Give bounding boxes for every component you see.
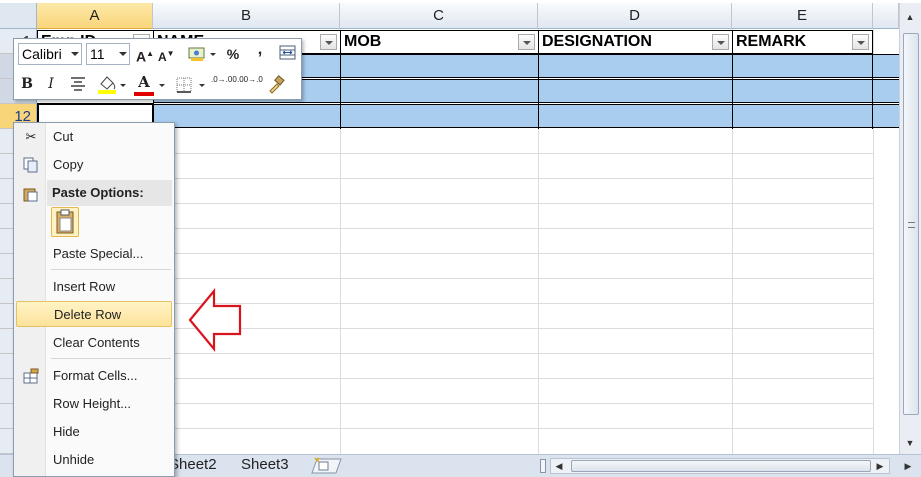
filter-dropdown-icon[interactable]: [518, 34, 535, 50]
select-all-corner[interactable]: [0, 3, 37, 29]
scroll-right-end-icon[interactable]: ▶: [900, 458, 916, 474]
paste-option-button[interactable]: [51, 207, 79, 237]
copy-icon: [23, 157, 38, 173]
menu-item-row-height-label: Row Height...: [53, 396, 132, 411]
dropdown-arrow-icon[interactable]: [199, 84, 205, 87]
vertical-scroll-thumb[interactable]: [903, 33, 919, 415]
scissors-icon: ✂: [25, 129, 37, 144]
menu-paste-options-header: Paste Options:: [47, 180, 172, 206]
accounting-format-icon[interactable]: [188, 46, 208, 62]
mini-toolbar: Calibri 11 A▲ A▼ % , B I A .0→.00 .00→.0: [13, 38, 302, 100]
menu-item-insert-row-label: Insert Row: [53, 279, 116, 294]
paste-options-label: Paste Options:: [52, 185, 144, 200]
menu-item-cut-label: Cut: [53, 129, 74, 144]
bold-button[interactable]: B: [20, 74, 34, 94]
column-header-c[interactable]: C: [340, 3, 538, 29]
menu-item-delete-row-label: Delete Row: [54, 307, 122, 322]
grip-icon: [908, 222, 915, 228]
filter-dropdown-icon[interactable]: [712, 34, 729, 50]
italic-button[interactable]: I: [44, 74, 58, 94]
menu-item-row-height[interactable]: Row Height...: [16, 391, 172, 417]
scroll-left-icon[interactable]: ◀: [552, 458, 566, 474]
menu-item-paste-special-label: Paste Special...: [53, 246, 144, 261]
menu-item-copy[interactable]: Copy: [16, 152, 172, 178]
font-size-combo[interactable]: 11: [86, 43, 130, 65]
dropdown-arrow-icon[interactable]: [120, 84, 126, 87]
dropdown-arrow-icon[interactable]: [210, 53, 216, 56]
column-header-d[interactable]: D: [538, 3, 732, 29]
cell-border: [732, 54, 733, 129]
grow-font-icon: A: [136, 48, 147, 65]
column-header-e[interactable]: E: [732, 3, 873, 29]
header-cell-mob[interactable]: MOB: [340, 30, 539, 54]
menu-item-unhide[interactable]: Unhide: [16, 447, 172, 473]
horizontal-scrollbar[interactable]: ◀ ▶: [550, 458, 890, 474]
merge-center-icon[interactable]: [279, 45, 297, 61]
annotation-arrow-icon: [188, 288, 242, 352]
column-header-a[interactable]: A: [37, 3, 153, 29]
comma-style-button[interactable]: ,: [253, 40, 267, 60]
decrease-decimal-icon: .00→.0: [237, 75, 263, 84]
dropdown-arrow-icon[interactable]: [159, 84, 165, 87]
menu-item-paste-special[interactable]: Paste Special...: [16, 241, 172, 267]
paste-icon: [23, 188, 38, 202]
grow-font-button[interactable]: A▲: [136, 44, 154, 65]
horizontal-scroll-thumb[interactable]: [571, 460, 871, 472]
vertical-scrollbar[interactable]: ▲ ▼: [899, 3, 921, 454]
scroll-up-icon[interactable]: ▲: [902, 9, 918, 25]
filter-dropdown-icon[interactable]: [852, 34, 869, 50]
header-cell-designation[interactable]: DESIGNATION: [538, 30, 733, 54]
header-mob-label: MOB: [344, 33, 382, 50]
column-header-f[interactable]: [873, 3, 899, 29]
shrink-font-icon: A: [158, 50, 167, 64]
scroll-right-icon[interactable]: ▶: [873, 458, 887, 474]
menu-item-hide[interactable]: Hide: [16, 419, 172, 445]
menu-item-insert-row[interactable]: Insert Row: [16, 274, 172, 300]
percent-style-button[interactable]: %: [225, 44, 241, 64]
filter-dropdown-icon[interactable]: [320, 34, 337, 50]
scroll-down-icon[interactable]: ▼: [902, 435, 918, 451]
font-name-combo[interactable]: Calibri: [18, 43, 82, 65]
header-cell-remark[interactable]: REMARK: [732, 30, 873, 54]
increase-decimal-icon: .0→.00: [211, 75, 237, 84]
sheet-tab-sheet3[interactable]: Sheet3: [235, 455, 295, 475]
cell-border: [340, 54, 341, 129]
menu-item-format-cells[interactable]: Format Cells...: [16, 363, 172, 389]
menu-item-cut[interactable]: ✂ Cut: [16, 124, 172, 150]
header-designation-label: DESIGNATION: [542, 33, 652, 50]
menu-item-hide-label: Hide: [53, 424, 80, 439]
menu-separator: [51, 269, 171, 270]
center-align-icon[interactable]: [68, 75, 88, 93]
borders-icon[interactable]: [175, 76, 193, 94]
increase-decimal-button[interactable]: .0→.00: [211, 75, 237, 95]
cell-border: [872, 54, 873, 129]
clipboard-icon: [56, 209, 74, 234]
format-cells-icon: [23, 368, 39, 384]
menu-item-copy-label: Copy: [53, 157, 84, 172]
font-color-icon: A: [138, 73, 150, 91]
font-color-swatch: [134, 92, 154, 96]
font-color-button[interactable]: A: [135, 72, 153, 92]
menu-item-clear-contents-label: Clear Contents: [53, 335, 140, 350]
column-header-b[interactable]: B: [153, 3, 340, 29]
header-remark-label: REMARK: [736, 33, 807, 50]
context-menu: ✂ Cut Copy Paste Options: Paste Special.…: [13, 122, 175, 477]
font-size-value: 11: [90, 46, 105, 62]
shrink-font-button[interactable]: A▼: [158, 44, 175, 64]
decrease-decimal-button[interactable]: .00→.0: [237, 75, 263, 95]
menu-item-delete-row[interactable]: Delete Row: [16, 301, 172, 327]
selected-row-12[interactable]: [153, 104, 921, 128]
menu-item-unhide-label: Unhide: [53, 452, 95, 467]
fill-color-icon[interactable]: [96, 73, 118, 95]
menu-item-clear-contents[interactable]: Clear Contents: [16, 330, 172, 356]
font-name-value: Calibri: [22, 46, 62, 62]
dropdown-arrow-icon: [119, 52, 127, 56]
menu-separator: [51, 358, 171, 359]
dropdown-arrow-icon: [71, 52, 79, 56]
format-painter-icon[interactable]: [266, 75, 286, 95]
menu-item-format-cells-label: Format Cells...: [53, 368, 138, 383]
split-handle[interactable]: [540, 459, 546, 473]
cell-border: [538, 54, 539, 129]
insert-sheet-icon[interactable]: [309, 456, 343, 475]
